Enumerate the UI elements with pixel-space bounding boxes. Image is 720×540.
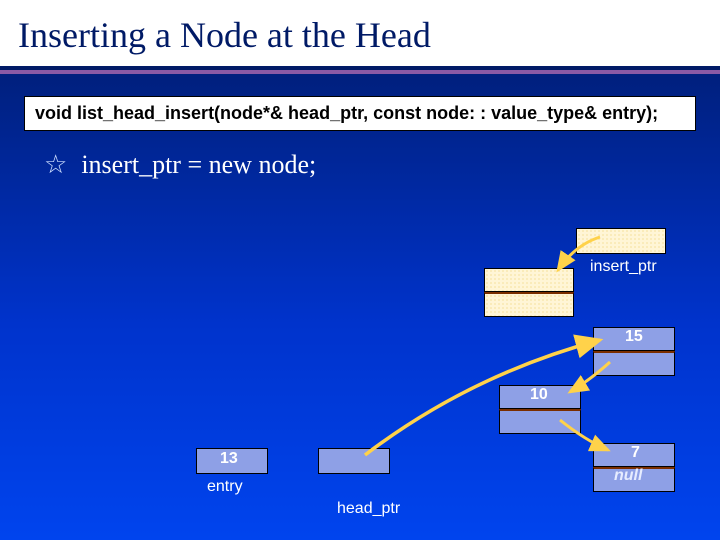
entry-value: 13: [220, 450, 238, 468]
page-title: Inserting a Node at the Head: [18, 14, 720, 56]
title-bar: Inserting a Node at the Head: [0, 0, 720, 70]
star-icon: ☆: [44, 149, 67, 180]
arrow-insertptr-newnode: [480, 225, 620, 295]
head-ptr-label: head_ptr: [337, 500, 400, 518]
entry-label: entry: [207, 478, 243, 496]
arrow-headptr: [320, 320, 640, 500]
bullet-text: insert_ptr = new node;: [81, 150, 316, 180]
divider: [0, 70, 720, 74]
bullet-line: ☆ insert_ptr = new node;: [44, 149, 720, 180]
code-signature: void list_head_insert(node*& head_ptr, c…: [24, 96, 696, 131]
new-node-link: [484, 292, 574, 317]
